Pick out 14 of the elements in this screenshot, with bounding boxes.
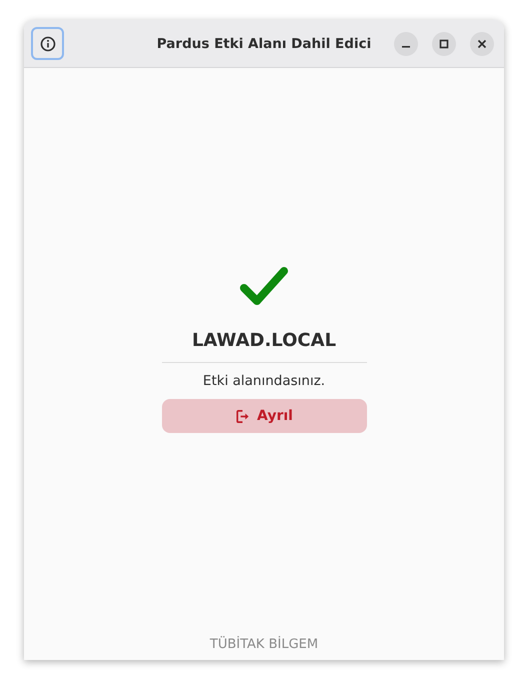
info-button[interactable] — [31, 27, 64, 60]
minimize-icon — [402, 46, 410, 48]
maximize-button[interactable] — [432, 32, 456, 56]
maximize-icon — [439, 38, 449, 48]
window-title: Pardus Etki Alanı Dahil Edici — [156, 36, 372, 52]
logout-icon — [235, 408, 250, 424]
close-button[interactable] — [470, 32, 494, 56]
footer-text: TÜBİTAK BİLGEM — [210, 637, 318, 652]
domain-name: LAWAD.LOCAL — [192, 330, 336, 351]
minimize-button[interactable] — [394, 32, 418, 56]
status-message: Etki alanındasınız. — [202, 373, 326, 389]
info-icon — [40, 36, 56, 52]
leave-button[interactable]: Ayrıl — [162, 399, 366, 433]
close-icon — [477, 38, 487, 48]
